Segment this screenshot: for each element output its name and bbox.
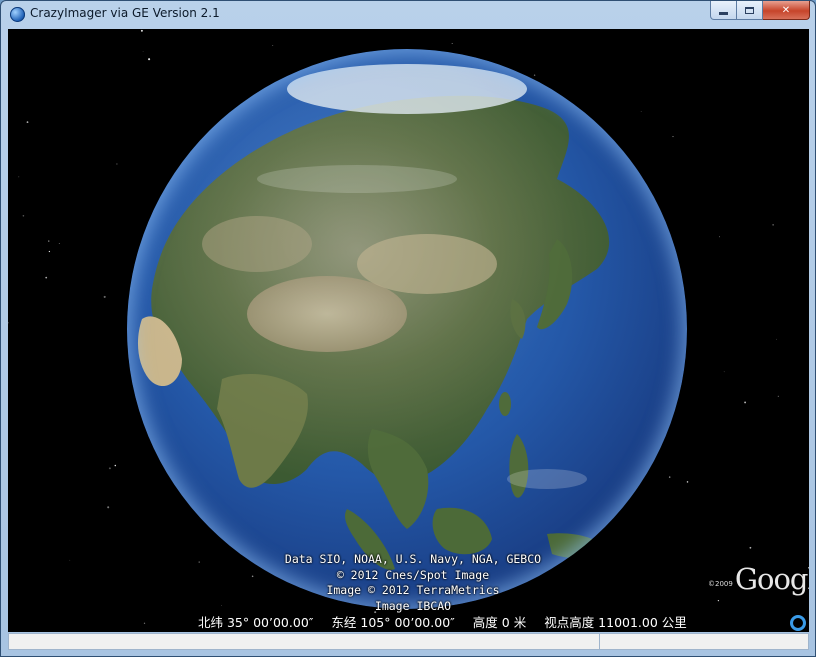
- atmosphere-glow: [127, 49, 687, 609]
- star: [107, 506, 110, 509]
- star: [103, 295, 106, 298]
- google-logo: ©2009 Google: [708, 562, 809, 596]
- window-title: CrazyImager via GE Version 2.1: [30, 6, 220, 20]
- star: [69, 559, 71, 561]
- star: [744, 401, 747, 404]
- star: [116, 163, 118, 165]
- earth-viewport[interactable]: Data SIO, NOAA, U.S. Navy, NGA, GEBCO © …: [8, 29, 809, 632]
- star: [114, 464, 117, 467]
- star: [772, 224, 774, 226]
- close-button[interactable]: ✕: [763, 1, 810, 20]
- star: [26, 121, 29, 123]
- globe-app-icon[interactable]: [10, 7, 25, 22]
- star: [719, 236, 720, 238]
- coordinate-readout: 北纬 35° 00’00.00″ 东经 105° 00’00.00″ 高度 0 …: [198, 612, 701, 631]
- status-panel-secondary: [600, 633, 809, 650]
- attribution-line: Image © 2012 TerraMetrics: [326, 583, 500, 597]
- star: [45, 276, 48, 279]
- star: [717, 599, 720, 602]
- star: [18, 176, 20, 178]
- maximize-icon: [745, 6, 754, 14]
- status-panel-main: [8, 633, 600, 650]
- maximize-button[interactable]: [737, 1, 763, 20]
- logo-wordmark: Google: [734, 562, 809, 596]
- minimize-icon: [719, 11, 728, 15]
- star: [723, 371, 725, 373]
- star: [48, 240, 50, 242]
- minimize-button[interactable]: [710, 1, 737, 20]
- streaming-progress-icon: [790, 615, 806, 631]
- star: [48, 250, 51, 253]
- star: [108, 467, 111, 470]
- star: [58, 243, 60, 244]
- star: [272, 45, 274, 46]
- earth-sphere: [127, 49, 687, 609]
- globe[interactable]: [117, 39, 697, 619]
- app-window: CrazyImager via GE Version 2.1 ✕ Data SI…: [0, 0, 816, 657]
- star: [777, 395, 779, 397]
- star: [8, 322, 9, 324]
- attribution-line: © 2012 Cnes/Spot Image: [336, 567, 490, 582]
- star: [143, 622, 146, 624]
- status-bar: [8, 633, 809, 650]
- star: [140, 29, 143, 32]
- attribution-line: Data SIO, NOAA, U.S. Navy, NGA, GEBCO: [284, 552, 542, 566]
- caption-buttons: ✕: [710, 1, 810, 21]
- close-icon: ✕: [781, 4, 791, 16]
- longitude-readout: 东经 105° 00’00.00″: [331, 615, 455, 630]
- title-bar[interactable]: CrazyImager via GE Version 2.1 ✕: [1, 1, 815, 28]
- latitude-readout: 北纬 35° 00’00.00″: [198, 615, 314, 630]
- star: [22, 215, 25, 217]
- elevation-readout: 高度 0 米: [472, 615, 527, 630]
- logo-copyright: ©2009: [708, 580, 733, 588]
- imagery-attribution: Data SIO, NOAA, U.S. Navy, NGA, GEBCO © …: [273, 552, 553, 614]
- star: [749, 546, 752, 549]
- eye-altitude-readout: 视点高度 11001.00 公里: [544, 615, 687, 630]
- star: [776, 338, 777, 340]
